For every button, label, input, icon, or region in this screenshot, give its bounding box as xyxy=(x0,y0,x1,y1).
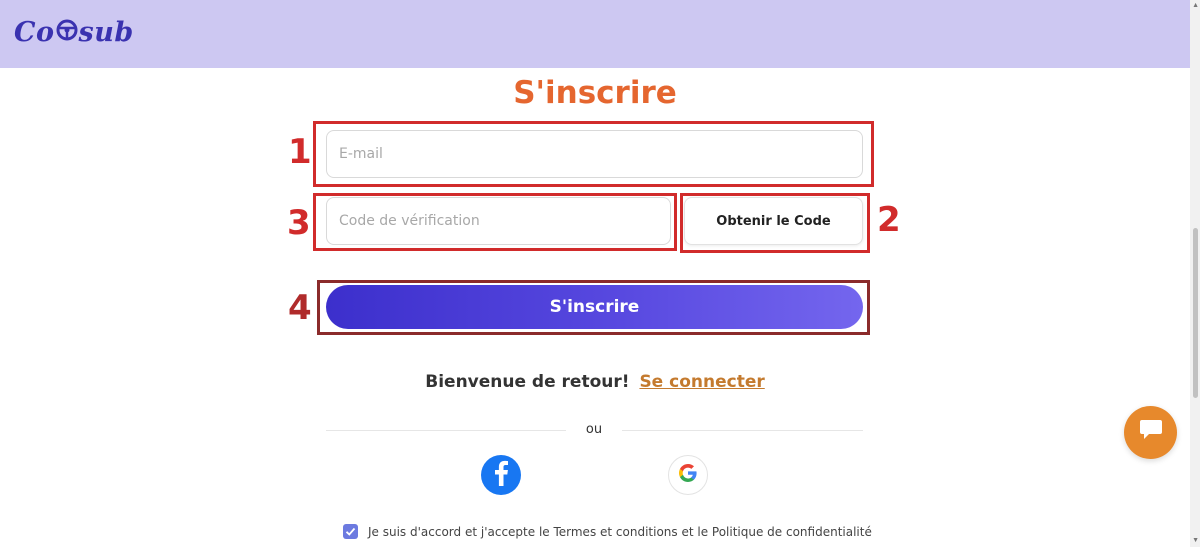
site-header: Co sub xyxy=(0,0,1190,68)
check-icon xyxy=(345,527,356,536)
page-title: S'inscrire xyxy=(513,75,677,111)
annotation-box-1 xyxy=(313,121,874,187)
login-prompt: Bienvenue de retour! Se connecter xyxy=(0,370,1190,394)
welcome-text: Bienvenue de retour! xyxy=(425,372,630,392)
terms-text: Je suis d'accord et j'accepte le Termes … xyxy=(368,524,872,539)
terms-checkbox[interactable] xyxy=(343,524,358,539)
annotation-box-2 xyxy=(680,193,870,253)
or-separator: ou xyxy=(585,422,603,437)
scroll-down-icon[interactable]: ▼ xyxy=(1192,537,1199,545)
facebook-icon xyxy=(481,453,521,498)
logo[interactable]: Co sub xyxy=(14,14,134,52)
annotation-box-4 xyxy=(317,280,870,335)
google-login-button[interactable] xyxy=(668,455,708,495)
annotation-number-2: 2 xyxy=(877,200,901,240)
scrollbar-thumb[interactable] xyxy=(1193,228,1198,398)
chat-bubble-icon xyxy=(1138,419,1164,446)
annotation-number-3: 3 xyxy=(287,203,311,243)
scroll-up-icon[interactable]: ▲ xyxy=(1192,2,1199,10)
divider-right xyxy=(622,430,863,431)
scrollbar[interactable]: ▲ ▼ xyxy=(1190,0,1200,547)
logo-steering-icon xyxy=(56,14,78,52)
chat-button[interactable] xyxy=(1124,406,1177,459)
annotation-number-1: 1 xyxy=(288,132,312,172)
annotation-box-3 xyxy=(313,193,677,251)
logo-suffix: sub xyxy=(78,17,134,48)
divider-left xyxy=(326,430,566,431)
signup-page: Co sub ▲ ▼ S'inscrire Obtenir le Code S'… xyxy=(0,0,1200,547)
annotation-number-4: 4 xyxy=(288,288,312,328)
login-link[interactable]: Se connecter xyxy=(639,372,764,392)
google-icon xyxy=(678,463,698,488)
terms-row: Je suis d'accord et j'accepte le Termes … xyxy=(343,524,872,539)
facebook-login-button[interactable] xyxy=(481,455,521,495)
logo-prefix: Co xyxy=(14,17,55,48)
